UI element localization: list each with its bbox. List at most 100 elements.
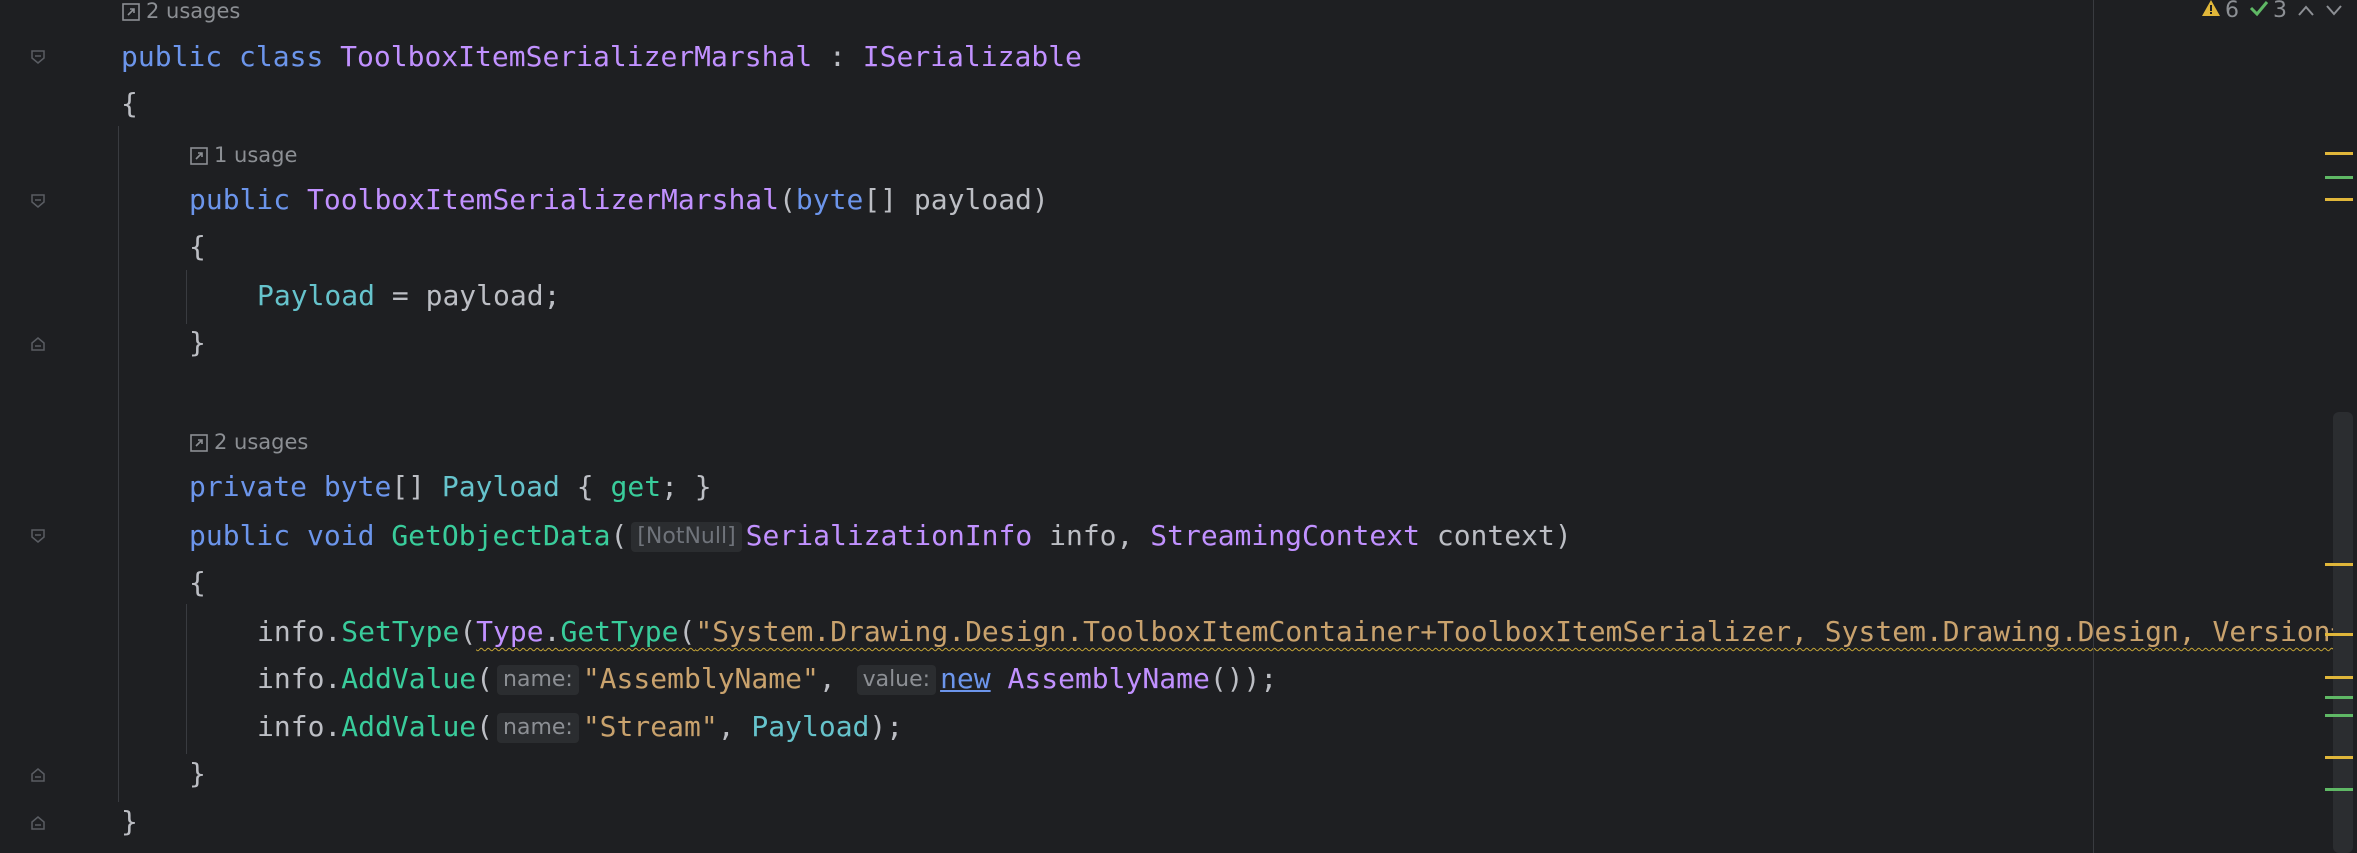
identifier: info. — [257, 615, 342, 648]
statement: = payload; — [375, 279, 561, 312]
brace: { — [189, 566, 206, 599]
usages-hint[interactable]: 2 usages — [122, 0, 240, 26]
code-line[interactable]: } — [121, 798, 138, 846]
warning-icon — [2201, 0, 2221, 23]
type-name[interactable]: SerializationInfo — [746, 519, 1033, 552]
brace: } — [189, 326, 206, 359]
accessor: get — [610, 470, 662, 503]
punctuation: ()); — [1209, 662, 1278, 695]
constructor-name[interactable]: ToolboxItemSerializerMarshal — [307, 183, 779, 216]
fold-marker-icon[interactable] — [30, 49, 46, 65]
string-literal: "AssemblyName" — [582, 662, 819, 695]
code-line[interactable]: { — [121, 80, 138, 128]
string-literal: "Stream" — [582, 710, 718, 743]
code-line[interactable]: info.SetType(Type.GetType("System.Drawin… — [257, 608, 2347, 656]
code-editor[interactable]: 2 usages 1 usage 2 usages public class T… — [0, 0, 2357, 853]
keyword: public — [121, 40, 223, 73]
inspection-widget[interactable]: 6 3 — [2201, 0, 2343, 23]
type-name[interactable]: AssemblyName — [1008, 662, 1210, 695]
chevron-up-icon[interactable] — [2297, 0, 2315, 23]
punctuation: { — [559, 470, 611, 503]
punctuation: : — [812, 40, 863, 73]
type-name[interactable]: Type — [476, 615, 543, 648]
indent-guide — [186, 604, 187, 754]
brace: { — [121, 87, 138, 120]
type-name[interactable]: StreamingContext — [1150, 519, 1420, 552]
right-margin-guide — [2093, 0, 2094, 853]
parameter: context) — [1419, 519, 1572, 552]
punctuation: ( — [459, 615, 477, 648]
method-name[interactable]: GetObjectData — [391, 519, 610, 552]
code-line[interactable]: { — [189, 223, 206, 271]
chevron-down-icon[interactable] — [2325, 0, 2343, 23]
code-line[interactable]: Payload = payload; — [257, 272, 560, 320]
ok-stripe-mark[interactable] — [2325, 696, 2353, 699]
code-line[interactable]: } — [189, 750, 206, 798]
punctuation: ( — [476, 710, 494, 743]
notnull-inlay-hint: [NotNull] — [631, 522, 742, 552]
punctuation: ( — [678, 615, 696, 648]
property-ref[interactable]: Payload — [257, 279, 375, 312]
punctuation: ; } — [661, 470, 712, 503]
fold-marker-icon[interactable] — [30, 528, 46, 544]
fold-marker-icon[interactable] — [30, 193, 46, 209]
punctuation: ( — [779, 183, 796, 216]
code-line[interactable]: info.AddValue(name: "Stream", Payload); — [257, 703, 903, 751]
punctuation: ); — [869, 710, 904, 743]
keyword: byte — [795, 183, 864, 216]
warning-stripe-mark[interactable] — [2325, 563, 2353, 566]
keyword: byte — [323, 470, 392, 503]
ok-stripe-mark[interactable] — [2325, 714, 2353, 717]
keyword: void — [307, 519, 375, 552]
ok-stripe-mark[interactable] — [2325, 176, 2353, 179]
code-line[interactable]: public void GetObjectData([NotNull] Seria… — [189, 512, 1572, 560]
usages-hint-label: 1 usage — [214, 143, 298, 167]
code-line[interactable]: private byte[] Payload { get; } — [189, 463, 712, 511]
property-name[interactable]: Payload — [442, 470, 560, 503]
warning-stripe-mark[interactable] — [2325, 633, 2353, 636]
keyword-new[interactable]: new — [940, 662, 991, 695]
method-call[interactable]: AddValue — [341, 662, 476, 695]
punctuation: , — [818, 662, 853, 695]
property-ref[interactable]: Payload — [751, 710, 869, 743]
usages-link-icon — [122, 0, 140, 29]
keyword: public — [189, 183, 291, 216]
punctuation: , — [717, 710, 752, 743]
method-call[interactable]: AddValue — [341, 710, 476, 743]
usages-link-icon — [190, 143, 208, 173]
ok-count: 3 — [2273, 0, 2287, 23]
code-line[interactable]: public class ToolboxItemSerializerMarsha… — [121, 33, 1082, 81]
indent-guide — [118, 126, 119, 802]
indent-guide — [186, 270, 187, 324]
code-line[interactable]: info.AddValue(name: "AssemblyName", value… — [257, 655, 1277, 703]
check-icon — [2249, 0, 2269, 23]
interface-name[interactable]: ISerializable — [863, 40, 1082, 73]
string-literal: "System.Drawing.Design.ToolboxItemContai… — [695, 615, 2348, 648]
ok-stripe-mark[interactable] — [2325, 788, 2353, 791]
class-name[interactable]: ToolboxItemSerializerMarshal — [340, 40, 812, 73]
warning-stripe-mark[interactable] — [2325, 152, 2353, 155]
method-call[interactable]: SetType — [341, 615, 459, 648]
usages-hint[interactable]: 2 usages — [190, 427, 308, 457]
keyword: public — [189, 519, 291, 552]
punctuation: ( — [476, 662, 494, 695]
fold-end-marker-icon[interactable] — [30, 336, 46, 352]
parameter-inlay-hint: name: — [497, 713, 579, 743]
code-line[interactable]: } — [189, 319, 206, 367]
warning-stripe-mark[interactable] — [2325, 198, 2353, 201]
code-line[interactable]: public ToolboxItemSerializerMarshal(byte… — [189, 176, 1049, 224]
fold-end-marker-icon[interactable] — [30, 767, 46, 783]
code-line[interactable]: { — [189, 559, 206, 607]
punctuation: . — [543, 615, 561, 648]
punctuation: ( — [610, 519, 628, 552]
usages-hint[interactable]: 1 usage — [190, 140, 297, 170]
warning-stripe-mark[interactable] — [2325, 676, 2353, 679]
parameter: info, — [1032, 519, 1151, 552]
warning-stripe-mark[interactable] — [2325, 756, 2353, 759]
warning-counter[interactable]: 6 — [2201, 0, 2239, 23]
usages-hint-label: 2 usages — [146, 0, 241, 23]
ok-counter[interactable]: 3 — [2249, 0, 2287, 23]
method-call[interactable]: GetType — [560, 615, 678, 648]
brace: } — [189, 757, 206, 790]
fold-end-marker-icon[interactable] — [30, 815, 46, 831]
